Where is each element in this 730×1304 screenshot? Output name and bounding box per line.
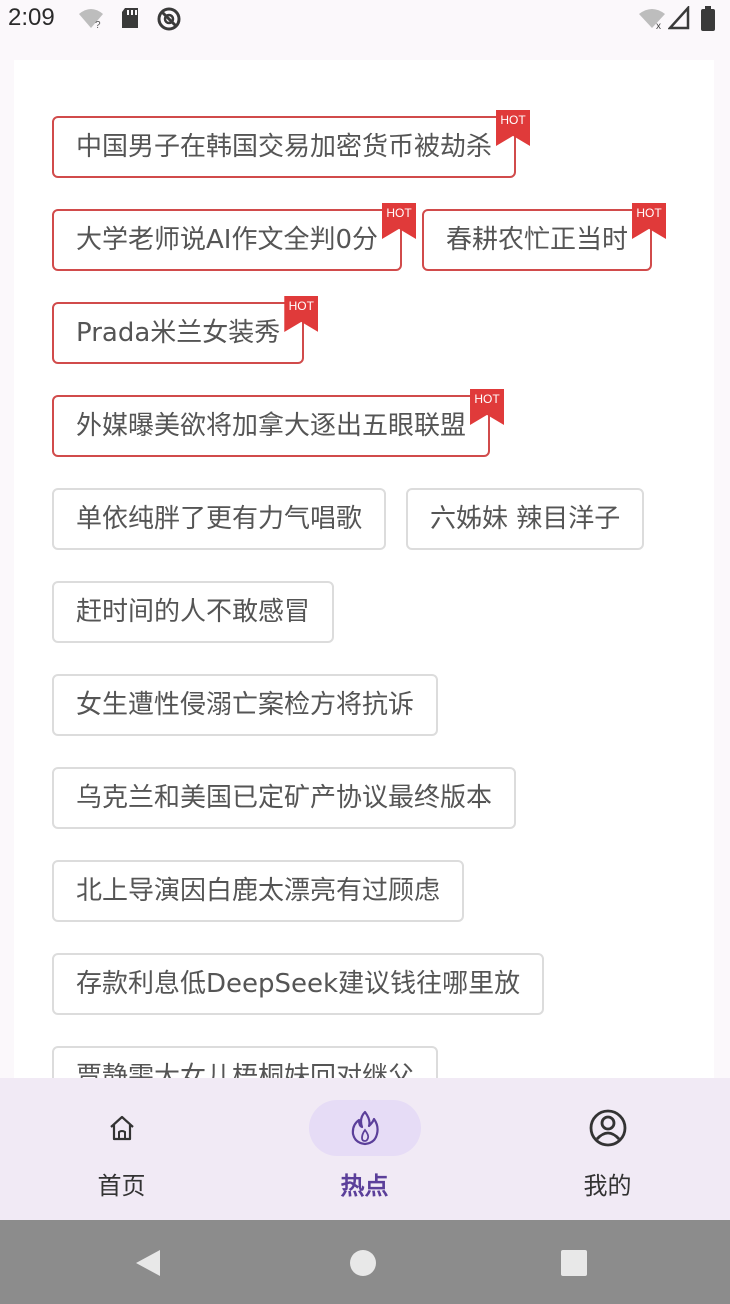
hot-tag-cloud: 中国男子在韩国交易加密货币被劫杀 HOT 大学老师说AI作文全判0分 HOT 春…	[52, 110, 692, 1078]
nav-icon-container	[308, 1100, 421, 1156]
hot-badge: HOT	[284, 296, 319, 332]
nav-item-home[interactable]: 首页	[0, 1078, 243, 1220]
nav-icon-container	[552, 1100, 664, 1156]
nav-label-hot: 热点	[340, 1172, 389, 1200]
topic-tag[interactable]: 单依纯胖了更有力气唱歌	[52, 488, 387, 550]
hot-tag-label: 春耕农忙正当时	[446, 225, 629, 255]
nav-icon-container	[66, 1100, 178, 1156]
hot-badge: HOT	[382, 203, 416, 239]
nav-label-home: 首页	[97, 1172, 146, 1200]
hot-tag[interactable]: 大学老师说AI作文全判0分 HOT	[52, 203, 416, 271]
profile-icon	[589, 1109, 626, 1147]
hot-tag[interactable]: Prada米兰女装秀 HOT	[52, 296, 319, 364]
hot-badge: HOT	[470, 389, 505, 425]
recents-icon[interactable]	[560, 1248, 588, 1278]
cellular-signal-icon	[668, 6, 690, 30]
topic-tag[interactable]: 贾静雯大女儿梧桐妹回对继父	[52, 1046, 439, 1078]
svg-text:x: x	[656, 21, 661, 30]
hot-tag-label: 外媒曝美欲将加拿大逐出五眼联盟	[76, 411, 467, 441]
back-icon[interactable]	[134, 1248, 162, 1278]
topic-tag-label: 存款利息低DeepSeek建议钱往哪里放	[76, 969, 521, 999]
bottom-navigation: 首页 热点 我的	[0, 1078, 730, 1220]
wifi-off-icon: x	[639, 9, 665, 30]
hot-tag-label: 中国男子在韩国交易加密货币被劫杀	[76, 132, 493, 162]
nav-item-mine[interactable]: 我的	[486, 1078, 729, 1220]
hot-tag-label: Prada米兰女装秀	[76, 318, 281, 348]
hot-badge: HOT	[632, 203, 667, 239]
home-circle-icon[interactable]	[349, 1248, 377, 1278]
topic-tag[interactable]: 赶时间的人不敢感冒	[52, 581, 335, 643]
wifi-question-icon: ?	[79, 9, 103, 30]
topic-tag[interactable]: 存款利息低DeepSeek建议钱往哪里放	[52, 953, 545, 1015]
do-not-disturb-icon	[157, 7, 181, 31]
topic-tag-label: 乌克兰和美国已定矿产协议最终版本	[76, 783, 493, 813]
status-time: 2:09	[8, 4, 55, 31]
topic-tag[interactable]: 北上导演因白鹿太漂亮有过顾虑	[52, 860, 465, 922]
home-icon	[109, 1115, 134, 1141]
hot-tag[interactable]: 外媒曝美欲将加拿大逐出五眼联盟 HOT	[52, 389, 505, 457]
battery-icon	[701, 6, 715, 31]
hot-topics-panel: 中国男子在韩国交易加密货币被劫杀 HOT 大学老师说AI作文全判0分 HOT 春…	[14, 60, 714, 1078]
topic-tag-label: 六姊妹 辣目洋子	[430, 504, 621, 534]
status-bar: 2:09 ? x	[0, 0, 730, 36]
topic-tag-label: 贾静雯大女儿梧桐妹回对继父	[76, 1062, 415, 1078]
system-navigation-bar	[0, 1220, 730, 1304]
hot-tag[interactable]: 春耕农忙正当时 HOT	[422, 203, 667, 271]
topic-tag[interactable]: 女生遭性侵溺亡案检方将抗诉	[52, 674, 439, 736]
topic-tag[interactable]: 乌克兰和美国已定矿产协议最终版本	[52, 767, 517, 829]
flame-icon	[351, 1110, 379, 1146]
nav-item-hot[interactable]: 热点	[243, 1078, 486, 1220]
topic-tag-label: 单依纯胖了更有力气唱歌	[76, 504, 363, 534]
hot-tag[interactable]: 中国男子在韩国交易加密货币被劫杀 HOT	[52, 110, 531, 178]
hot-badge: HOT	[496, 110, 531, 146]
topic-tag-label: 北上导演因白鹿太漂亮有过顾虑	[76, 876, 441, 906]
nav-label-mine: 我的	[583, 1172, 632, 1200]
svg-text:?: ?	[95, 20, 101, 30]
topic-tag[interactable]: 六姊妹 辣目洋子	[406, 488, 645, 550]
sd-card-icon	[122, 8, 138, 28]
topic-tag-label: 赶时间的人不敢感冒	[76, 597, 311, 627]
hot-tag-label: 大学老师说AI作文全判0分	[76, 225, 378, 255]
topic-tag-label: 女生遭性侵溺亡案检方将抗诉	[76, 690, 415, 720]
